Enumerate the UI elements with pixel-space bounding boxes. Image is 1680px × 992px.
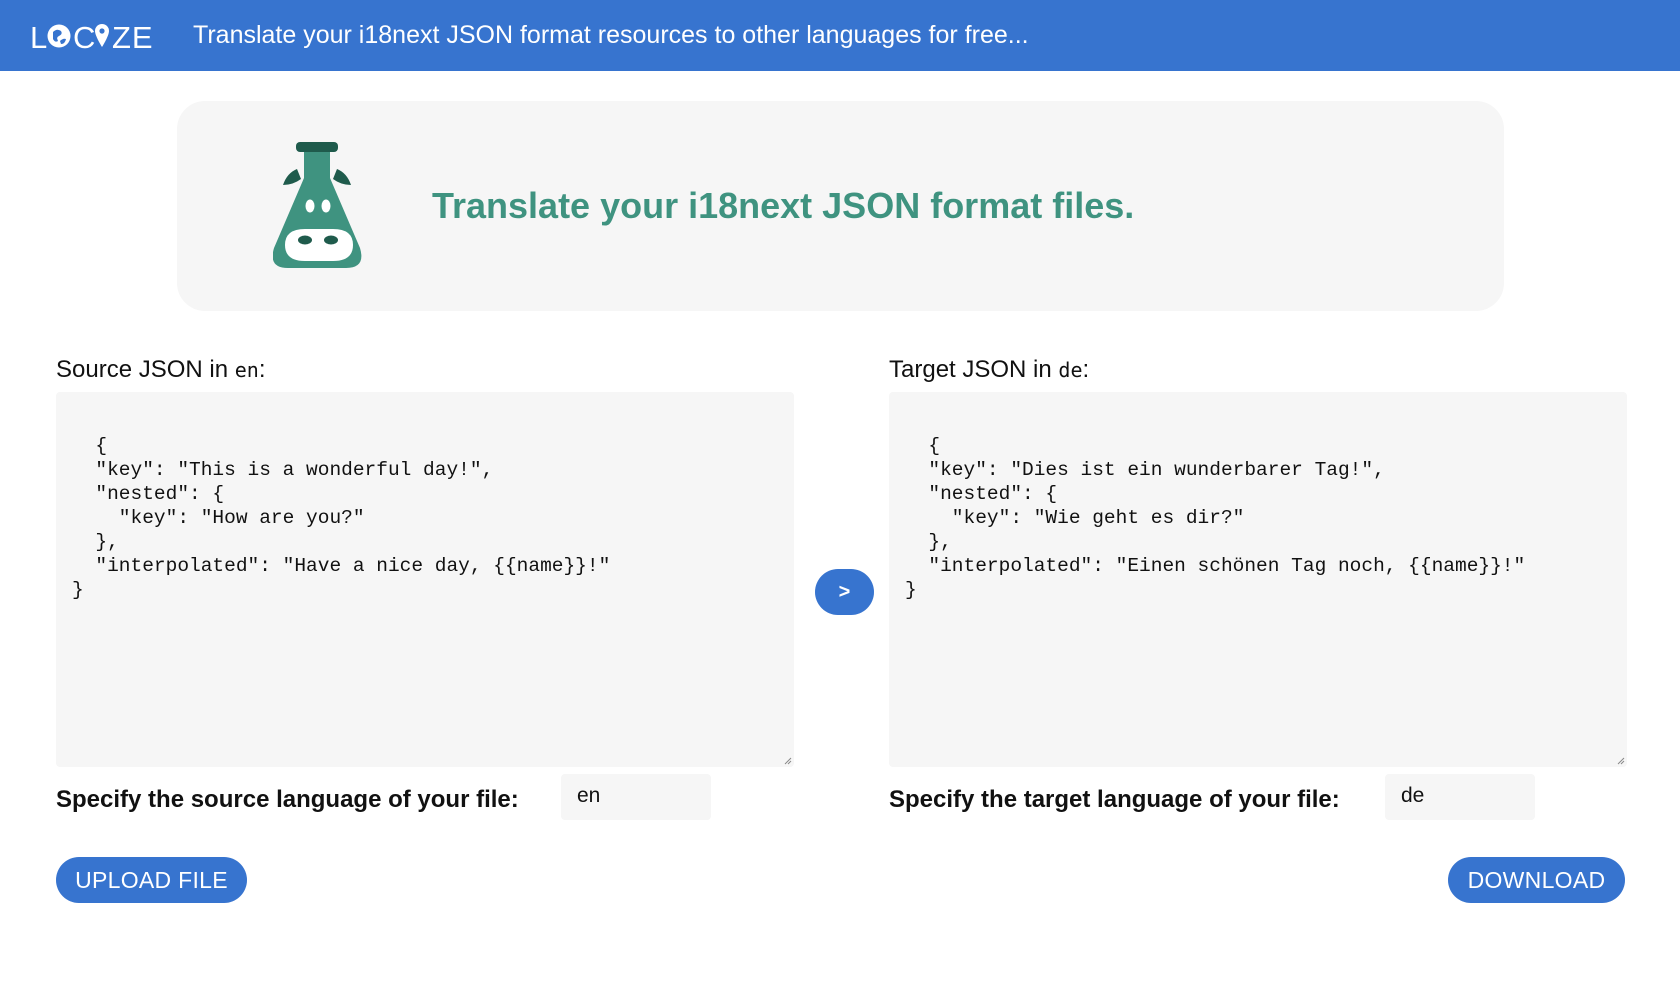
top-bar: L C ZE Translate your i18next JSON forma… bbox=[0, 0, 1680, 71]
hero-banner: Translate your i18next JSON format files… bbox=[177, 101, 1504, 311]
resize-handle-icon[interactable] bbox=[784, 757, 792, 765]
resize-handle-icon[interactable] bbox=[1617, 757, 1625, 765]
download-button[interactable]: DOWNLOAD bbox=[1448, 857, 1625, 903]
target-lang-code: de bbox=[1058, 358, 1083, 382]
source-lang-code: en bbox=[234, 358, 259, 382]
source-language-input[interactable]: en bbox=[561, 774, 711, 820]
translate-button[interactable]: > bbox=[815, 569, 874, 615]
target-label-prefix: Target JSON in bbox=[889, 356, 1059, 383]
header-tagline: Translate your i18next JSON format resou… bbox=[193, 21, 1029, 49]
target-json-text[interactable]: { "key": "Dies ist ein wunderbarer Tag!"… bbox=[905, 435, 1525, 601]
svg-text:L: L bbox=[30, 20, 48, 53]
target-language-input[interactable]: de bbox=[1385, 774, 1535, 820]
source-label-prefix: Source JSON in bbox=[56, 356, 235, 383]
target-label-suffix: : bbox=[1082, 356, 1090, 383]
target-json-label: Target JSON in de: bbox=[889, 356, 1089, 384]
source-json-label: Source JSON in en: bbox=[56, 356, 266, 384]
source-label-suffix: : bbox=[258, 356, 266, 383]
target-language-label: Specify the target language of your file… bbox=[889, 786, 1340, 813]
source-language-label: Specify the source language of your file… bbox=[56, 786, 519, 813]
locize-logo[interactable]: L C ZE bbox=[30, 19, 157, 53]
upload-file-button[interactable]: UPLOAD FILE bbox=[56, 857, 247, 903]
flask-cow-icon bbox=[272, 139, 365, 276]
hero-title: Translate your i18next JSON format files… bbox=[432, 185, 1135, 226]
source-json-text[interactable]: { "key": "This is a wonderful day!", "ne… bbox=[72, 435, 610, 601]
target-json-editor[interactable]: { "key": "Dies ist ein wunderbarer Tag!"… bbox=[889, 392, 1627, 767]
logo-wordmark-icon: L C ZE bbox=[30, 20, 154, 53]
source-json-editor[interactable]: { "key": "This is a wonderful day!", "ne… bbox=[56, 392, 794, 767]
svg-text:ZE: ZE bbox=[112, 20, 154, 53]
svg-text:C: C bbox=[73, 20, 96, 53]
